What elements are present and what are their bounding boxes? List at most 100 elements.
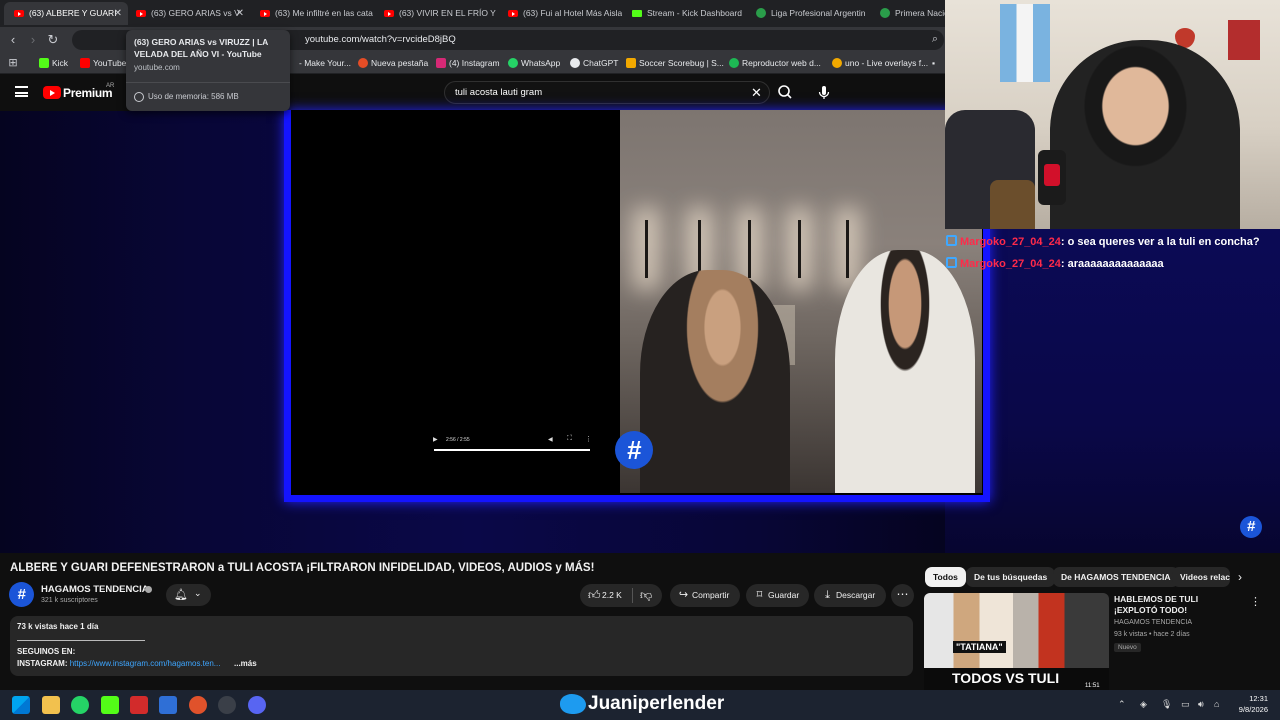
- wall-lamp: [645, 220, 648, 278]
- download-button[interactable]: ⤓ Descargar: [814, 584, 886, 607]
- url-text[interactable]: youtube.com/watch?v=rvcideD8jBQ: [305, 30, 456, 50]
- soccer-ball-icon: [756, 8, 766, 18]
- bookmark-instagram[interactable]: (4) Instagram: [436, 53, 500, 73]
- country-code: AR: [106, 83, 115, 89]
- bookmark-soccer-scorebug[interactable]: Soccer Scorebug | S...: [626, 53, 724, 73]
- acrobat-icon[interactable]: [130, 696, 148, 714]
- bookmark-whatsapp[interactable]: WhatsApp: [508, 53, 560, 73]
- bookmark-icon: ⌑: [756, 589, 763, 601]
- tray-mic-icon[interactable]: 🎙︎: [1161, 699, 1172, 710]
- browser-tab-5[interactable]: Stream - Kick Dashboard: [622, 2, 746, 25]
- description-instagram: INSTAGRAM: https://www.instagram.com/hag…: [17, 659, 221, 668]
- chip-de-tus-busquedas[interactable]: De tus búsquedas: [966, 567, 1056, 587]
- chevron-down-icon: ⌄: [194, 588, 202, 598]
- youtube-icon: [260, 10, 270, 17]
- kick-icon[interactable]: [101, 696, 119, 714]
- more-options-icon[interactable]: ⋮: [585, 435, 592, 443]
- close-icon[interactable]: ✕: [114, 2, 122, 25]
- browser-tab-7[interactable]: Primera Nacio: [870, 2, 945, 25]
- embedded-video-controls[interactable]: ▶ 2:56 / 2:55 ◀ ⛶ ⋮: [430, 434, 592, 451]
- bookmark-youtube[interactable]: YouTube: [80, 53, 126, 73]
- browser-tab-3[interactable]: (63) VIVIR EN EL FRÍO Y E: [374, 2, 498, 25]
- like-count[interactable]: 2.2 K: [602, 584, 622, 607]
- apps-grid-icon[interactable]: ⊞: [5, 55, 21, 71]
- more-options-icon[interactable]: ⋮: [1250, 595, 1261, 608]
- tab-label: (63) VIVIR EN EL FRÍO Y E: [399, 8, 498, 18]
- search-input[interactable]: tuli acosta lauti gram: [455, 82, 542, 103]
- tray-display-icon[interactable]: ▭: [1181, 699, 1190, 710]
- bookmarks-folder-icon[interactable]: ▪: [932, 53, 935, 73]
- reload-icon[interactable]: ↻: [45, 32, 61, 48]
- chevron-right-icon[interactable]: ›: [1238, 567, 1242, 587]
- share-button[interactable]: ↪ Compartir: [670, 584, 740, 607]
- hover-card-memory: Uso de memoria: 586 MB: [134, 92, 239, 102]
- bookmark-make-your[interactable]: - Make Your...: [286, 53, 351, 73]
- tab-label: Stream - Kick Dashboard: [647, 8, 742, 18]
- bookmark-kick[interactable]: Kick: [39, 53, 68, 73]
- divider: [126, 82, 290, 83]
- twitter-bird-icon: [560, 694, 586, 714]
- browser-tab-6[interactable]: Liga Profesional Argentin: [746, 2, 870, 25]
- play-icon[interactable]: ▶: [433, 436, 438, 443]
- recommended-video-channel[interactable]: HAGAMOS TENDENCIA: [1114, 619, 1192, 626]
- browser-tab-0[interactable]: (63) ALBERE Y GUARI ✕: [4, 2, 128, 25]
- youtube-logo-icon[interactable]: [43, 86, 61, 99]
- wall-poster: [1228, 20, 1260, 60]
- kick-icon: [632, 10, 642, 17]
- bookmark-nueva-pestana[interactable]: Nueva pestaña: [358, 53, 428, 73]
- channel-name[interactable]: HAGAMOS TENDENCIA: [41, 584, 149, 595]
- obs-icon[interactable]: [218, 696, 236, 714]
- divider: [632, 588, 633, 603]
- thumbs-up-icon[interactable]: 👍︎: [588, 588, 601, 603]
- search-box[interactable]: tuli acosta lauti gram ✕: [444, 81, 770, 104]
- discord-icon[interactable]: [248, 696, 266, 714]
- brave-icon[interactable]: [189, 696, 207, 714]
- chip-videos-relacionados[interactable]: Videos relac: [1172, 567, 1230, 587]
- chip-de-hagamos-tendencia[interactable]: De HAGAMOS TENDENCIA: [1053, 567, 1179, 587]
- show-more-link[interactable]: ...más: [234, 659, 257, 668]
- video-description[interactable]: 73 k vistas hace 1 día SEGUINOS EN: INST…: [10, 616, 913, 676]
- taskbar-clock[interactable]: 12:31 9/8/2026: [1234, 693, 1268, 715]
- browser-tab-4[interactable]: (63) Fui al Hotel Más Aisla: [498, 2, 622, 25]
- voice-search-button[interactable]: [813, 82, 835, 104]
- clear-search-icon[interactable]: ✕: [751, 82, 762, 103]
- tray-chevron-up-icon[interactable]: ⌃: [1118, 699, 1126, 710]
- tray-network-icon[interactable]: ⌂: [1214, 699, 1219, 709]
- close-icon[interactable]: ✕: [236, 2, 244, 25]
- instagram-link[interactable]: https://www.instagram.com/hagamos.ten...: [70, 659, 221, 668]
- uno-icon: [832, 58, 842, 68]
- mate-cup: [990, 180, 1035, 229]
- search-button[interactable]: [772, 81, 798, 104]
- channel-avatar[interactable]: #: [9, 582, 34, 607]
- thumbs-down-icon[interactable]: 👎︎: [640, 588, 652, 603]
- bookmark-chatgpt[interactable]: ChatGPT: [570, 53, 618, 73]
- tab-label: Liga Profesional Argentin: [771, 8, 866, 18]
- browser-tab-1[interactable]: (63) GERO ARIAS vs V ✕: [126, 2, 250, 25]
- youtube-premium-logo[interactable]: Premium: [63, 86, 113, 100]
- tab-label: (63) ALBERE Y GUARI: [29, 8, 117, 18]
- kick-icon: [39, 58, 49, 68]
- file-explorer-icon[interactable]: [42, 696, 60, 714]
- volume-icon[interactable]: ◀: [548, 436, 553, 443]
- tray-app-icon[interactable]: ◈: [1140, 699, 1147, 710]
- youtube-icon: [80, 58, 90, 68]
- back-icon[interactable]: ‹: [5, 32, 21, 48]
- windows-start-icon[interactable]: [12, 696, 30, 714]
- hamburger-menu-icon[interactable]: [15, 86, 28, 97]
- save-button[interactable]: ⌑ Guardar: [746, 584, 809, 607]
- tray-volume-icon[interactable]: 🔊︎: [1198, 699, 1204, 710]
- more-actions-button[interactable]: ⋯: [891, 584, 914, 607]
- bookmark-live-overlays[interactable]: uno - Live overlays f...: [832, 53, 928, 73]
- store-icon[interactable]: [159, 696, 177, 714]
- whatsapp-icon[interactable]: [71, 696, 89, 714]
- bookmark-reproductor-web[interactable]: Reproductor web d...: [729, 53, 821, 73]
- forward-icon[interactable]: ›: [25, 32, 41, 48]
- fullscreen-icon[interactable]: ⛶: [567, 435, 572, 443]
- recommended-video-meta: 93 k vistas • hace 2 días: [1114, 631, 1190, 638]
- notifications-button[interactable]: 🔔︎ ⌄: [166, 584, 211, 606]
- zoom-icon[interactable]: ⌕: [932, 33, 938, 46]
- video-progress-bar[interactable]: [434, 449, 590, 451]
- browser-tab-2[interactable]: (63) Me infiltré en las cata: [250, 2, 374, 25]
- recommended-video-title[interactable]: HABLEMOS DE TULI ¡EXPLOTÓ TODO!: [1114, 594, 1239, 616]
- chip-todos[interactable]: Todos: [925, 567, 966, 587]
